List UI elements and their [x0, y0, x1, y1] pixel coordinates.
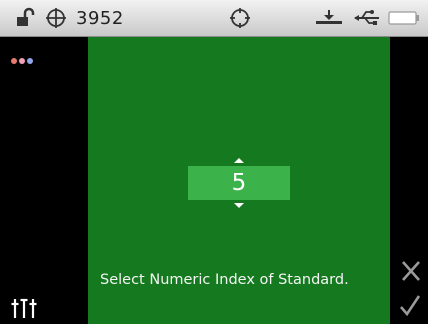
sidebar-spacer: [44, 37, 88, 324]
numeric-index-stepper[interactable]: 5: [188, 158, 290, 210]
check-icon[interactable]: [398, 293, 422, 321]
instruction-text: Select Numeric Index of Standard.: [100, 272, 349, 288]
decrement-arrow-icon[interactable]: [234, 203, 244, 208]
sliders-icon[interactable]: [10, 291, 38, 323]
battery-icon: [388, 0, 420, 36]
three-dots-icon[interactable]: [10, 51, 38, 70]
usb-icon: [352, 0, 382, 36]
lock-open-icon: [15, 0, 37, 36]
increment-arrow-icon[interactable]: [234, 158, 244, 163]
numeric-index-value[interactable]: 5: [188, 166, 290, 200]
crosshair-icon: [44, 0, 68, 36]
target-icon: [228, 0, 252, 36]
left-sidebar: [0, 37, 45, 324]
x-icon[interactable]: [400, 259, 422, 287]
status-bar: 3952: [0, 0, 428, 37]
dock-icon: [314, 0, 344, 36]
measurement-count: 3952: [76, 7, 124, 29]
right-sidebar: [390, 37, 428, 324]
